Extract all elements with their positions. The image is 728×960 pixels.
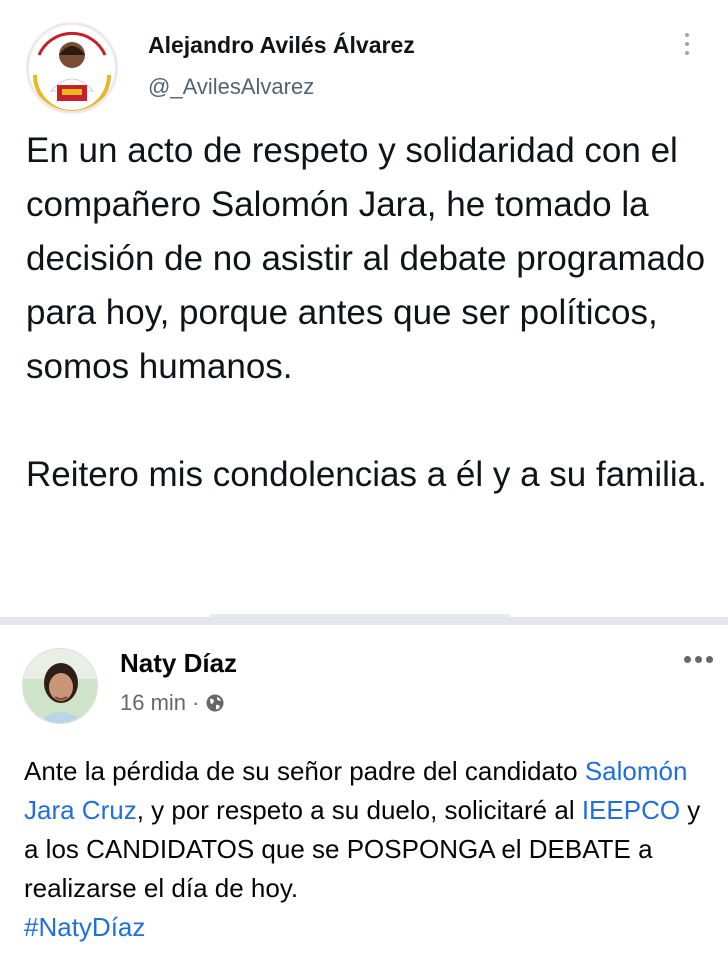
mention-link[interactable]: IEEPCO bbox=[582, 795, 680, 825]
post-timestamp[interactable]: 16 min bbox=[120, 690, 186, 716]
profile-photo bbox=[23, 649, 97, 723]
vertical-dots-icon[interactable] bbox=[680, 30, 694, 60]
post-author-avatar[interactable] bbox=[22, 648, 98, 724]
meta-separator: · bbox=[192, 690, 200, 715]
screenshot-divider bbox=[0, 617, 728, 625]
post-text-part: , y por respeto a su duelo, solicitaré a… bbox=[136, 795, 582, 825]
tweet-card: Alejandro Avilés Álvarez @_AvilesAlvarez… bbox=[0, 0, 728, 617]
tweet-text: En un acto de respeto y solidaridad con … bbox=[26, 124, 716, 502]
tweet-author-avatar[interactable] bbox=[26, 22, 118, 114]
tweet-author-name[interactable]: Alejandro Avilés Álvarez bbox=[148, 32, 415, 59]
tweet-paragraph: En un acto de respeto y solidaridad con … bbox=[26, 131, 706, 386]
tweet-author-handle[interactable]: @_AvilesAlvarez bbox=[148, 74, 314, 100]
campaign-logo-avatar-image bbox=[29, 25, 115, 111]
post-text-part: Ante la pérdida de su señor padre del ca… bbox=[24, 756, 585, 786]
post-meta: 16 min · bbox=[120, 690, 225, 716]
post-author-name[interactable]: Naty Díaz bbox=[120, 648, 237, 679]
post-text: Ante la pérdida de su señor padre del ca… bbox=[24, 752, 714, 947]
tweet-paragraph: Reitero mis condolencias a él y a su fam… bbox=[26, 455, 707, 494]
horizontal-dots-icon[interactable] bbox=[684, 656, 724, 666]
hashtag-link[interactable]: #NatyDíaz bbox=[24, 912, 145, 942]
globe-icon[interactable] bbox=[205, 693, 225, 713]
